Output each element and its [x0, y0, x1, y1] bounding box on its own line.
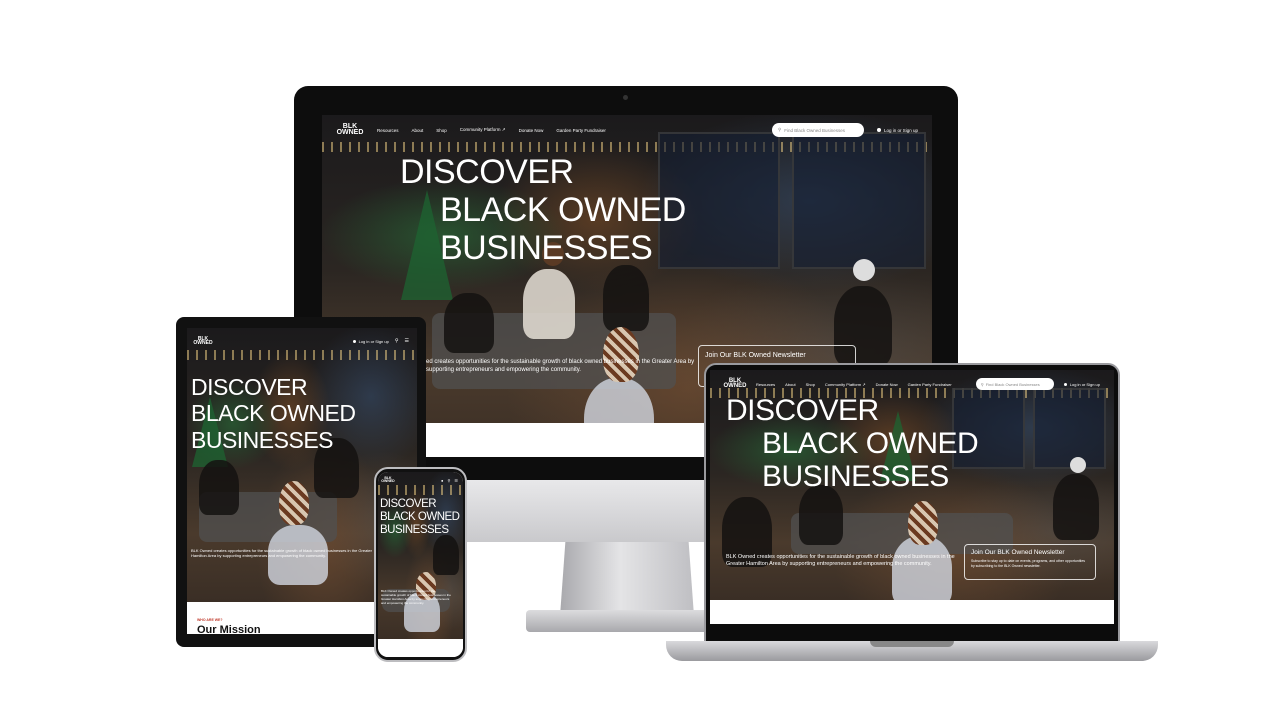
imac-camera: [623, 95, 628, 100]
mission-text: BLK Owned creates opportunities for the …: [726, 554, 955, 568]
newsletter-title: Join Our BLK Owned Newsletter: [971, 549, 1065, 556]
laptop-notch: [870, 641, 954, 647]
menu-icon[interactable]: ☰: [454, 478, 458, 483]
hero-title: DISCOVER BLACK OWNED BUSINESSES: [191, 374, 356, 453]
newsletter-body: Subscribe to stay up to date on events, …: [971, 559, 1086, 568]
nav-resources[interactable]: Resources: [756, 382, 775, 387]
content-section: [378, 639, 463, 657]
nav-garden-party-fundraiser[interactable]: Garden Party Fundraiser: [556, 128, 606, 133]
search-input[interactable]: ⚲ Find Black Owned Businesses: [975, 378, 1054, 390]
search-icon: ⚲: [777, 127, 782, 132]
search-icon[interactable]: ⚲: [395, 338, 399, 344]
blk-owned-logo[interactable]: BLK OWNED: [724, 378, 747, 390]
menu-icon[interactable]: ☰: [405, 338, 409, 344]
device-mockup-stage: BLK OWNED Resources About Shop Community …: [0, 0, 1280, 720]
mission-text: BLK Owned creates opportunities for the …: [381, 589, 451, 605]
login-link[interactable]: Log in or Sign up: [352, 339, 389, 344]
apple-logo-icon: [612, 496, 640, 528]
blk-owned-logo[interactable]: BLK OWNED: [336, 123, 364, 137]
nav-donate-now[interactable]: Donate Now: [876, 382, 898, 387]
search-icon[interactable]: ⚲: [447, 478, 450, 483]
nav-about[interactable]: About: [412, 128, 424, 133]
hero-title: DISCOVER BLACK OWNED BUSINESSES: [726, 394, 979, 493]
newsletter-title: Join Our BLK Owned Newsletter: [705, 352, 806, 359]
imac-stand: [560, 542, 694, 616]
user-icon: [352, 339, 356, 343]
user-icon[interactable]: ●: [441, 478, 443, 483]
hero-title: DISCOVER BLACK OWNED BUSINESSES: [400, 153, 686, 268]
nav-shop[interactable]: Shop: [806, 382, 815, 387]
mission-text: ed creates opportunities for the sustain…: [426, 359, 695, 373]
user-icon: [1063, 382, 1067, 386]
nav-garden-party-fundraiser[interactable]: Garden Party Fundraiser: [908, 382, 952, 387]
search-icon: ⚲: [980, 381, 984, 387]
site-header: BLK OWNED ● ⚲ ☰: [378, 472, 463, 488]
nav-about[interactable]: About: [785, 382, 795, 387]
site-header: BLK OWNED Resources About Shop Community …: [322, 115, 932, 145]
search-input[interactable]: ⚲ Find Black Owned Businesses: [771, 123, 864, 137]
login-link[interactable]: Log in or Sign up: [1063, 382, 1100, 387]
site-header: BLK OWNED Log in or Sign up ⚲ ☰: [187, 328, 417, 354]
mission-text: BLK Owned creates opportunities for the …: [191, 548, 372, 559]
newsletter-card[interactable]: Join Our BLK Owned Newsletter Subscribe …: [964, 544, 1096, 580]
blk-owned-logo[interactable]: BLK OWNED: [381, 476, 394, 483]
nav-donate-now[interactable]: Donate Now: [519, 128, 544, 133]
phone-screen: BLK OWNED ● ⚲ ☰ DISCOVER BLACK OWNED BUSI…: [378, 472, 463, 657]
login-link[interactable]: Log in or Sign up: [876, 128, 918, 133]
imac-stand-foot: [526, 610, 726, 632]
blk-owned-logo[interactable]: BLK OWNED: [193, 336, 212, 346]
content-section: [710, 600, 1114, 624]
nav-resources[interactable]: Resources: [377, 128, 399, 133]
nav-shop[interactable]: Shop: [436, 128, 447, 133]
user-icon: [876, 128, 881, 132]
hero-title: DISCOVER BLACK OWNED BUSINESSES: [380, 498, 460, 537]
laptop-screen: BLK OWNED Resources About Shop Community …: [710, 370, 1114, 624]
nav-community-platform[interactable]: Community Platform ↗: [460, 127, 506, 133]
nav-community-platform[interactable]: Community Platform ↗: [825, 382, 866, 387]
